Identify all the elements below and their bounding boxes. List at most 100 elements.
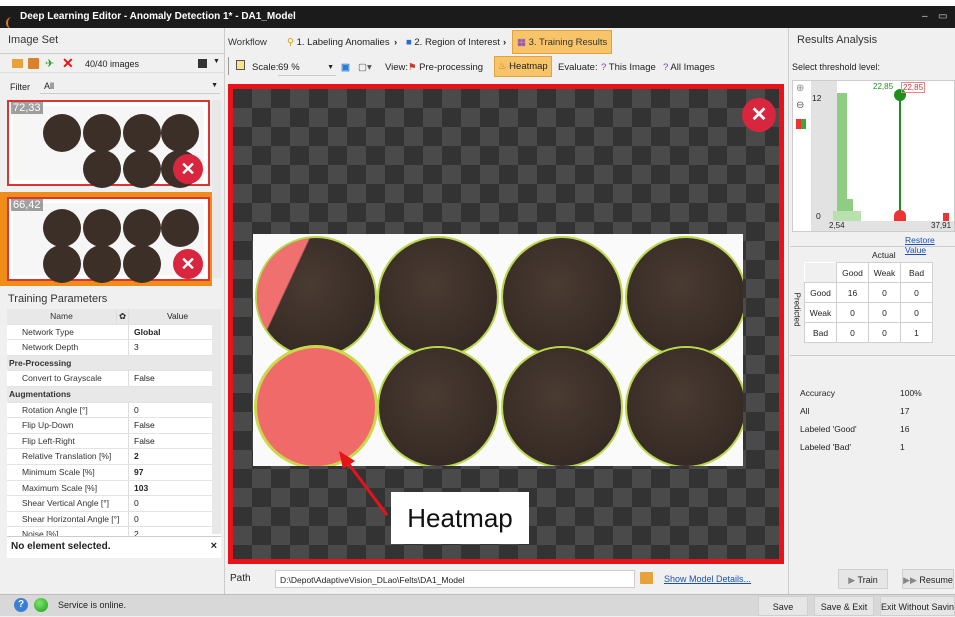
- param-row[interactable]: Relative Translation [%] 2: [7, 449, 221, 465]
- threshold-value-bad: 22,85: [901, 82, 926, 93]
- param-name: Shear Horizontal Angle [°]: [7, 511, 129, 527]
- evaluate-all-images[interactable]: ? All Images: [663, 58, 715, 78]
- predicted-label: Predicted: [792, 292, 802, 327]
- evaluate-icon: ?: [663, 62, 669, 73]
- matrix-col: Weak: [868, 262, 901, 283]
- param-category[interactable]: Pre-Processing: [7, 355, 221, 372]
- params-scrollbar[interactable]: [212, 324, 221, 534]
- thumbnail-scrollbar[interactable]: [212, 100, 221, 278]
- param-row[interactable]: Flip Left-Right False: [7, 433, 221, 450]
- matrix-row: Bad 0 0 1: [804, 322, 933, 343]
- training-params-title: Training Parameters: [8, 293, 108, 305]
- chevron-down-icon[interactable]: ▼: [213, 58, 220, 65]
- heatmap-icon: ♨: [498, 61, 507, 72]
- param-row[interactable]: Shear Horizontal Angle [°] 0: [7, 511, 221, 528]
- param-value[interactable]: 97: [129, 465, 221, 480]
- param-value[interactable]: False: [129, 418, 221, 433]
- save-exit-button[interactable]: Save & Exit: [814, 596, 874, 616]
- matrix-row: Weak 0 0 0: [804, 302, 933, 323]
- minimize-icon[interactable]: –: [922, 6, 928, 28]
- matrix-cell: 1: [900, 322, 933, 343]
- param-value[interactable]: 0: [129, 403, 221, 418]
- help-icon[interactable]: ?: [14, 598, 28, 612]
- threshold-line[interactable]: [899, 95, 901, 221]
- col-name: Name: [7, 309, 117, 324]
- hist-xmax: 37,91: [931, 221, 952, 230]
- folder-icon[interactable]: [640, 572, 653, 584]
- anomaly-x-icon: ✕: [173, 249, 203, 279]
- matrix-cell: 0: [836, 302, 869, 323]
- remove-icon[interactable]: ✕: [62, 55, 74, 72]
- param-row[interactable]: Shear Vertical Angle [°] 0: [7, 496, 221, 512]
- scale-select[interactable]: 69 % ▼: [278, 58, 336, 76]
- param-category-label: Augmentations: [9, 388, 71, 399]
- param-row[interactable]: Network Depth 3: [7, 340, 221, 356]
- label-icon[interactable]: ✈: [45, 57, 54, 70]
- param-value[interactable]: 0: [129, 512, 221, 527]
- param-name: Relative Translation [%]: [7, 449, 129, 464]
- threshold-value-good: 22,85: [873, 82, 894, 91]
- add-images-icon[interactable]: [28, 58, 39, 69]
- gear-icon[interactable]: ✿: [117, 309, 129, 324]
- open-folder-icon[interactable]: [12, 59, 23, 68]
- image-set-title: Image Set: [8, 34, 59, 46]
- param-row[interactable]: Convert to Grayscale False: [7, 371, 221, 387]
- zoom-in-icon[interactable]: ⊕: [796, 83, 804, 94]
- thumbnail-1[interactable]: 72,33 ✕: [7, 100, 210, 188]
- step-training-results[interactable]: ▦ 3. Training Results: [512, 30, 613, 54]
- save-button[interactable]: Save: [758, 596, 808, 616]
- thumbnail-score: 72,33: [11, 102, 43, 114]
- annotation-arrow: [339, 451, 389, 516]
- param-value[interactable]: False: [129, 434, 221, 449]
- save-icon[interactable]: [198, 59, 207, 68]
- hist-bar: [837, 93, 847, 221]
- status-bar: ? Service is online. Save Save & Exit Ex…: [0, 594, 955, 616]
- param-value[interactable]: 3: [129, 340, 221, 355]
- zoom-box-icon[interactable]: ▢▾: [358, 58, 372, 78]
- matrix-row: Good 16 0 0: [804, 282, 933, 303]
- maximize-icon[interactable]: ▭: [938, 6, 947, 28]
- param-row[interactable]: Network Type Global: [7, 324, 221, 341]
- zoom-out-icon[interactable]: ⊖: [796, 100, 804, 111]
- chevron-down-icon: ▼: [327, 64, 334, 71]
- step-roi[interactable]: ■ 2. Region of Interest: [406, 31, 500, 55]
- threshold-color-icon: [796, 119, 806, 129]
- param-category[interactable]: Augmentations: [7, 386, 221, 403]
- sample-image: [253, 234, 743, 466]
- image-count: 40/40 images: [85, 59, 140, 69]
- params-grid: Name ✿ Value Network Type Global Network D…: [7, 309, 221, 543]
- param-value[interactable]: Global: [129, 325, 221, 340]
- preprocessing-toggle[interactable]: ⚑ Pre-processing: [408, 58, 483, 78]
- heatmap-toggle[interactable]: ♨ Heatmap: [494, 56, 552, 77]
- param-row[interactable]: Maximum Scale [%] 103: [7, 480, 221, 497]
- thumbnail-2[interactable]: 66,42 ✕: [7, 197, 210, 283]
- exit-without-saving-button[interactable]: Exit Without Saving: [880, 596, 955, 616]
- path-label: Path: [230, 573, 251, 584]
- threshold-handle-bottom[interactable]: [894, 210, 906, 221]
- stats-list: Accuracy 100% All 17 Labeled 'Good' 16 Labeled…: [800, 384, 940, 456]
- filter-select[interactable]: All ▼: [40, 78, 220, 94]
- show-model-link[interactable]: Show Model Details...: [664, 574, 751, 584]
- param-value[interactable]: 103: [129, 481, 221, 496]
- param-value[interactable]: 0: [129, 496, 221, 511]
- fit-icon[interactable]: ▣: [341, 58, 350, 78]
- param-row[interactable]: Minimum Scale [%] 97: [7, 464, 221, 481]
- scale-icon: [236, 58, 245, 78]
- hist-bar-bad: [943, 213, 949, 221]
- path-field[interactable]: D:\Depot\AdaptiveVision_DLao\Felts\DA1_M…: [275, 570, 635, 588]
- histogram[interactable]: ⊕ ⊖ 12 0 22,85 22,85 2,54 37,91: [792, 80, 955, 232]
- close-icon[interactable]: ×: [211, 540, 217, 552]
- param-row[interactable]: Flip Up-Down False: [7, 418, 221, 434]
- param-value[interactable]: 2: [129, 449, 221, 464]
- evaluate-label: Evaluate:: [558, 62, 598, 73]
- stat-value: 16: [900, 424, 910, 434]
- step-labeling[interactable]: ⚲ 1. Labeling Anomalies: [287, 31, 390, 55]
- evaluate-this-image[interactable]: ? This Image: [601, 58, 656, 78]
- resume-button[interactable]: ▶▶ Resume: [902, 569, 954, 589]
- matrix-col: Bad: [900, 262, 933, 283]
- image-canvas[interactable]: ✕ Heatmap: [228, 84, 784, 564]
- param-row[interactable]: Rotation Angle [°] 0: [7, 402, 221, 419]
- param-value[interactable]: False: [129, 371, 221, 386]
- train-button[interactable]: ▶ Train: [838, 569, 888, 589]
- param-category-label: Pre-Processing: [9, 357, 72, 368]
